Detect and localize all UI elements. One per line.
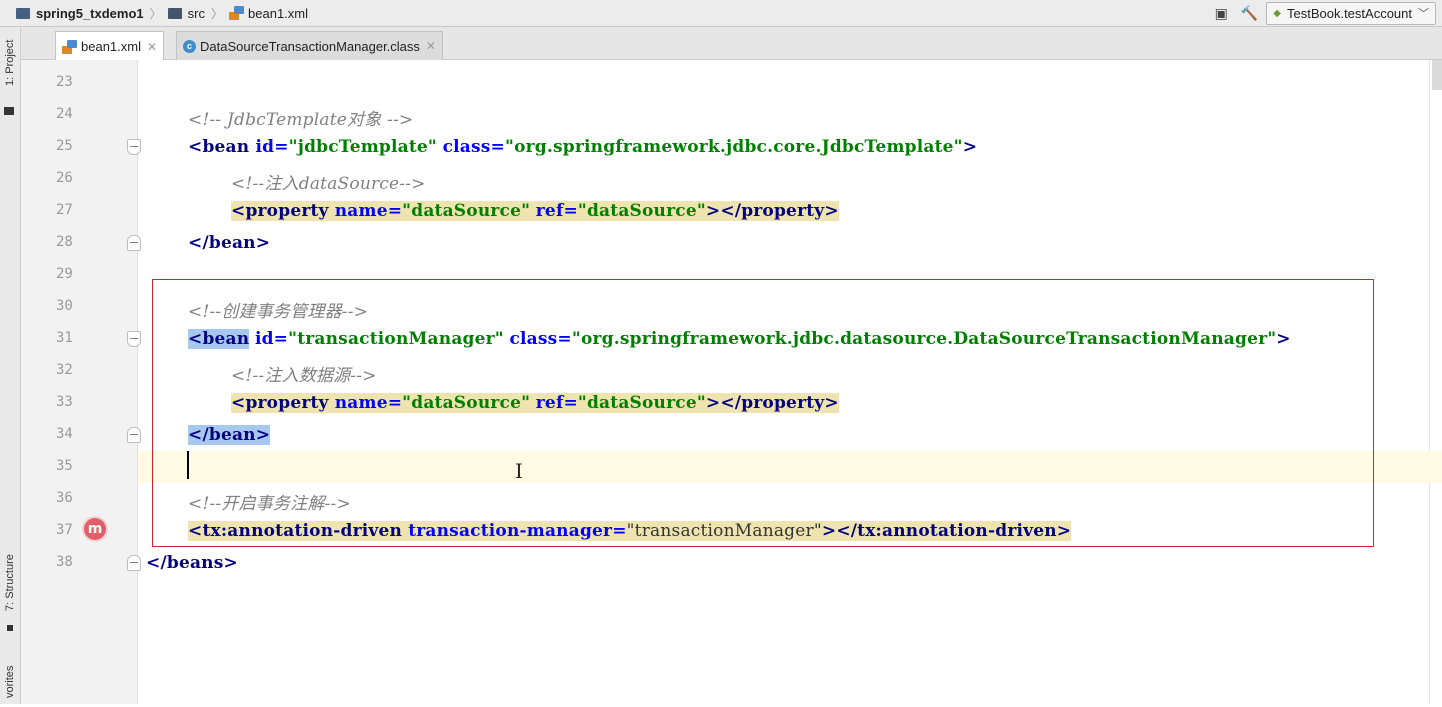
- xml-value: "jdbcTemplate": [288, 137, 437, 157]
- breadcrumb-separator-icon: 〉: [211, 6, 224, 21]
- xml-attribute: id=: [255, 137, 289, 157]
- xml-value: "dataSource": [577, 201, 706, 221]
- code-comment: <!-- JdbcTemplate对象 -->: [188, 110, 414, 130]
- xml-tag: <bean: [188, 137, 256, 157]
- line-number: 37: [56, 522, 73, 538]
- tab-label: bean1.xml: [81, 39, 141, 54]
- run-config-label: TestBook.testAccount: [1286, 5, 1412, 21]
- editor-tab-bar: bean1.xml ✕ c DataSourceTransactionManag…: [21, 27, 1442, 61]
- folder-icon: [167, 7, 182, 19]
- close-icon[interactable]: ✕: [147, 40, 157, 54]
- xml-tag: ></property>: [705, 201, 839, 221]
- line-number: 28: [56, 234, 73, 250]
- project-folder-icon[interactable]: [4, 107, 14, 115]
- line-number: 33: [56, 394, 73, 410]
- xml-tag: </bean>: [188, 233, 271, 253]
- run-config-icon: ◆: [1273, 7, 1281, 19]
- code-line: 23: [21, 67, 1442, 99]
- breadcrumb-project[interactable]: spring5_txdemo1: [36, 6, 144, 21]
- code-line: 28 </bean>: [21, 227, 1442, 259]
- line-number: 29: [56, 266, 73, 282]
- code-line: 38 </beans>: [21, 547, 1442, 579]
- line-number: 27: [56, 202, 73, 218]
- class-file-icon: c: [183, 39, 196, 53]
- breadcrumb: spring5_txdemo1 〉 src 〉 bean1.xml: [0, 0, 308, 26]
- line-number: 31: [56, 330, 73, 346]
- line-number: 36: [56, 490, 73, 506]
- annotation-highlight-box: [152, 279, 1374, 547]
- line-number: 23: [56, 74, 73, 90]
- line-number: 25: [56, 138, 73, 154]
- xml-file-icon: [62, 39, 77, 54]
- tab-datasource-transaction-manager[interactable]: c DataSourceTransactionManager.class ✕: [176, 31, 443, 60]
- window-icon[interactable]: ▣: [1210, 2, 1232, 24]
- project-tool-tab[interactable]: 1: Project: [0, 33, 20, 93]
- tab-bean1-xml[interactable]: bean1.xml ✕: [55, 31, 165, 61]
- line-number: 26: [56, 170, 73, 186]
- code-editor[interactable]: 23 24 <!-- JdbcTemplate对象 --> 25 <bean i…: [21, 60, 1442, 704]
- code-line: 27 <property name="dataSource" ref="data…: [21, 195, 1442, 227]
- code-comment: <!--注入dataSource-->: [231, 174, 426, 194]
- xml-attribute: name=: [334, 201, 403, 221]
- line-number: 24: [56, 106, 73, 122]
- breadcrumb-file[interactable]: bean1.xml: [248, 6, 308, 21]
- line-number: 30: [56, 298, 73, 314]
- chevron-down-icon: ﹀: [1418, 8, 1429, 20]
- close-icon[interactable]: ✕: [426, 39, 436, 53]
- xml-value: "org.springframework.jdbc.core.JdbcTempl…: [505, 137, 963, 157]
- method-marker-icon[interactable]: m: [84, 518, 106, 540]
- xml-tag: </beans>: [146, 553, 238, 573]
- xml-file-icon: [229, 6, 245, 20]
- code-line: 24 <!-- JdbcTemplate对象 -->: [21, 99, 1442, 131]
- code-line: 25 <bean id="jdbcTemplate" class="org.sp…: [21, 131, 1442, 163]
- line-number: 34: [56, 426, 73, 442]
- run-configuration-dropdown[interactable]: ◆ TestBook.testAccount ﹀: [1266, 1, 1436, 25]
- text-cursor-icon: I: [515, 459, 523, 483]
- module-icon: [16, 7, 30, 19]
- xml-attribute: ref=: [535, 201, 578, 221]
- line-number: 35: [56, 458, 73, 474]
- structure-tool-tab[interactable]: 7: Structure: [0, 543, 20, 623]
- tab-label: DataSourceTransactionManager.class: [200, 38, 420, 54]
- favorites-tool-tab[interactable]: vorites: [0, 657, 20, 707]
- breadcrumb-src[interactable]: src: [188, 6, 205, 21]
- xml-tag: <property: [231, 201, 335, 221]
- xml-attribute: class=: [442, 137, 506, 157]
- xml-tag: >: [962, 137, 978, 157]
- build-hammer-icon[interactable]: 🔨: [1238, 2, 1260, 24]
- xml-value: "dataSource": [402, 201, 531, 221]
- breadcrumb-separator-icon: 〉: [149, 6, 162, 21]
- line-number: 38: [56, 554, 73, 570]
- line-number: 32: [56, 362, 73, 378]
- navigation-bar: spring5_txdemo1 〉 src 〉 bean1.xml ▣ 🔨 ◆ …: [0, 0, 1442, 27]
- code-line: 26 <!--注入dataSource-->: [21, 163, 1442, 195]
- left-tool-strip: 1: Project 7: Structure vorites: [0, 27, 21, 704]
- structure-icon[interactable]: [7, 625, 13, 631]
- text-caret: [187, 451, 189, 479]
